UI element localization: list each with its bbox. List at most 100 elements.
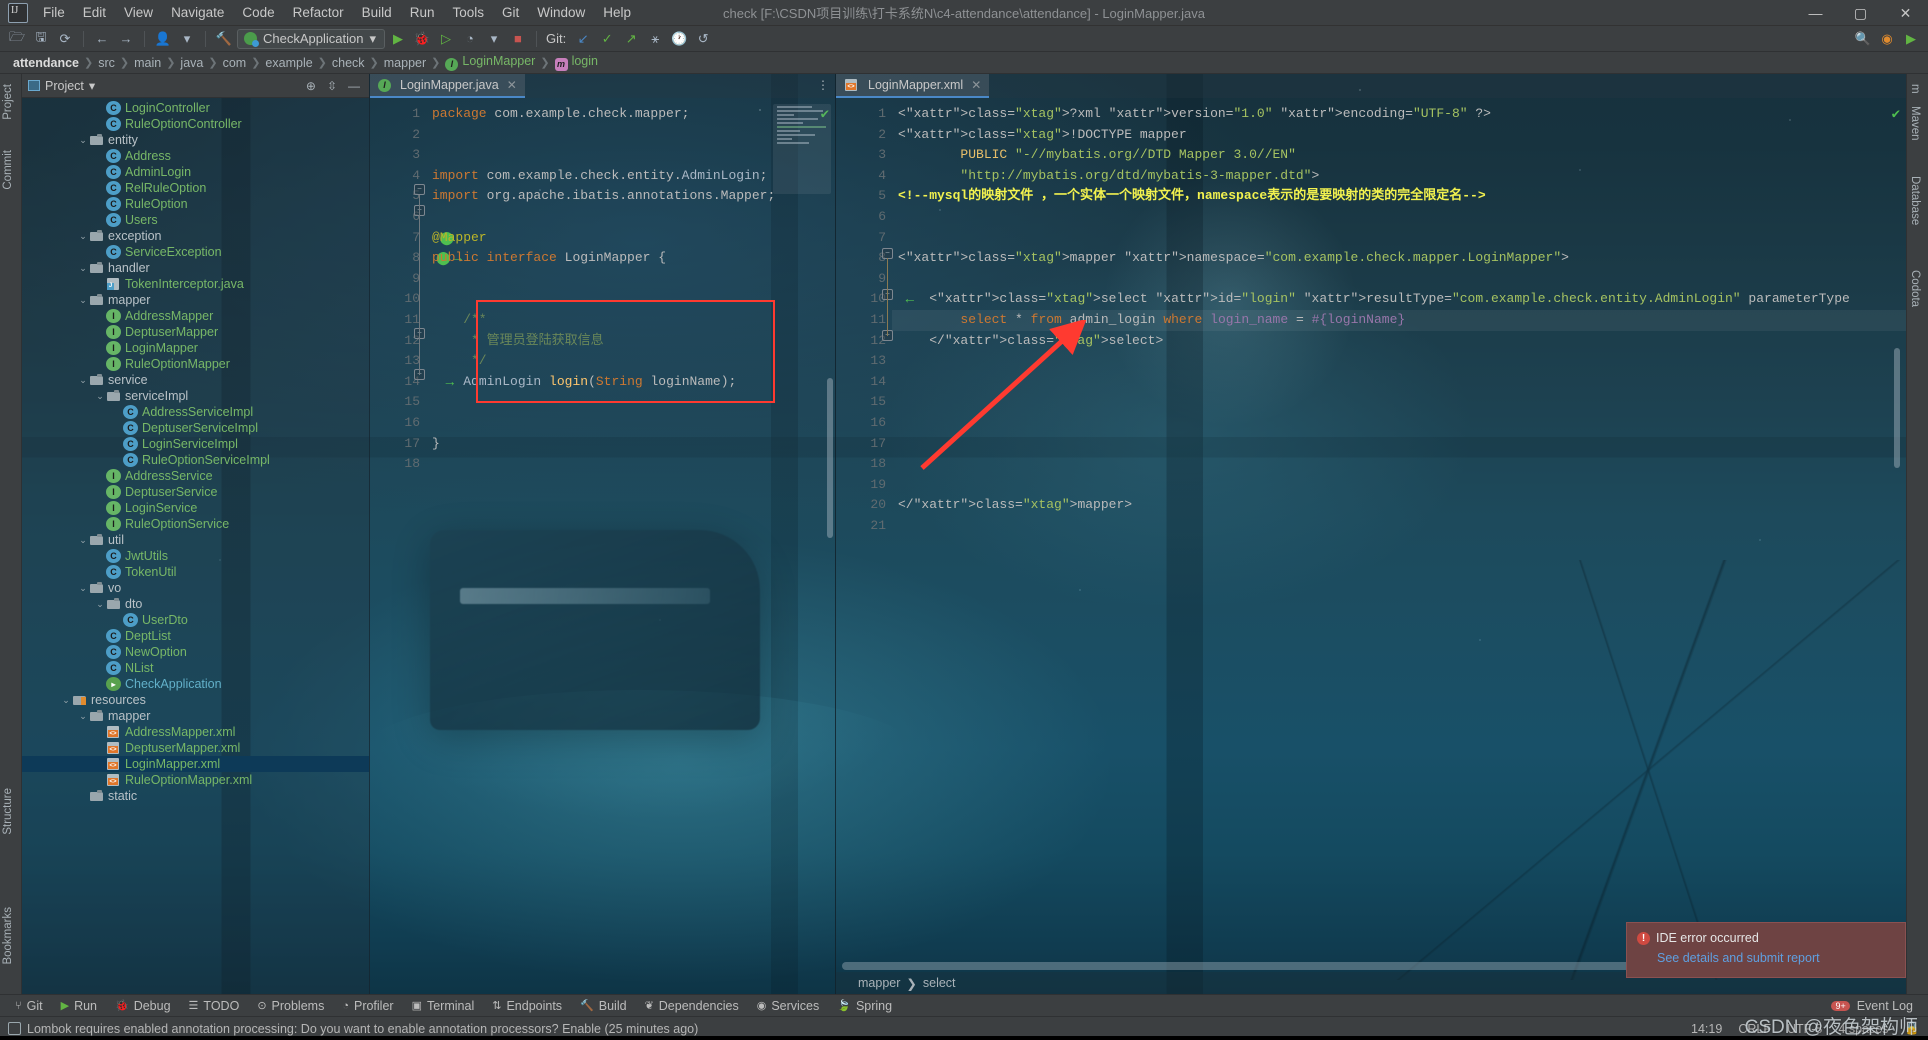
chevron-down-icon[interactable]: ⌄	[77, 263, 89, 274]
user-icon[interactable]: 👤	[152, 29, 174, 49]
vertical-scrollbar-xml[interactable]	[1894, 348, 1900, 468]
code-line[interactable]: AdminLogin login(String loginName);	[426, 372, 835, 393]
plugin-icon[interactable]: ◉	[1876, 29, 1898, 49]
code-line[interactable]	[892, 269, 1906, 290]
menu-item-tools[interactable]: Tools	[443, 2, 493, 23]
code-line[interactable]	[426, 207, 835, 228]
tool-button-build[interactable]: 🔨Build	[571, 999, 636, 1013]
code-minimap-java[interactable]	[773, 104, 831, 194]
code-line[interactable]: * 管理员登陆获取信息	[426, 331, 835, 352]
menu-item-navigate[interactable]: Navigate	[162, 2, 233, 23]
breadcrumb-item-login[interactable]: mlogin	[550, 54, 603, 71]
status-encoding[interactable]: UTF-8	[1787, 1022, 1822, 1036]
breadcrumb-item-example[interactable]: example	[260, 56, 317, 70]
tree-item-users[interactable]: CUsers	[22, 212, 369, 228]
locate-icon[interactable]: ⊕	[303, 79, 319, 93]
chevron-down-icon[interactable]: ⌄	[77, 295, 89, 306]
tree-item-address[interactable]: CAddress	[22, 148, 369, 164]
breadcrumb-item-loginmapper[interactable]: ILoginMapper	[440, 54, 540, 71]
tree-item-mapper[interactable]: ⌄mapper	[22, 292, 369, 308]
menu-item-help[interactable]: Help	[594, 2, 640, 23]
breadcrumb-item-mapper[interactable]: mapper	[858, 976, 900, 990]
fold-icon[interactable]: −	[414, 184, 425, 195]
code-line[interactable]	[426, 392, 835, 413]
chevron-down-icon[interactable]: ⌄	[94, 599, 106, 610]
code-line[interactable]: @Mapper	[426, 228, 835, 249]
tree-item-deptlist[interactable]: CDeptList	[22, 628, 369, 644]
menu-item-build[interactable]: Build	[353, 2, 401, 23]
menu-item-window[interactable]: Window	[528, 2, 594, 23]
menu-item-view[interactable]: View	[115, 2, 162, 23]
code-line[interactable]	[892, 434, 1906, 455]
tool-button-dependencies[interactable]: ❦Dependencies	[636, 999, 748, 1013]
tree-item-ruleoptionserviceimpl[interactable]: CRuleOptionServiceImpl	[22, 452, 369, 468]
tree-item-addressservice[interactable]: IAddressService	[22, 468, 369, 484]
tree-item-tokeninterceptor-java[interactable]: TokenInterceptor.java	[22, 276, 369, 292]
code-line[interactable]: </"xattr">class="xtag">select>	[892, 331, 1906, 352]
build-icon[interactable]: 🔨	[213, 29, 235, 49]
menu-item-file[interactable]: File	[34, 2, 74, 23]
tree-item-service[interactable]: ⌄service	[22, 372, 369, 388]
code-line[interactable]	[426, 269, 835, 290]
tree-item-newoption[interactable]: CNewOption	[22, 644, 369, 660]
debug-icon[interactable]: 🐞	[411, 29, 433, 49]
code-line[interactable]: }	[426, 434, 835, 455]
tab-loginmapper-xml[interactable]: LoginMapper.xml ✕	[836, 74, 989, 98]
tree-item-loginmapper[interactable]: ILoginMapper	[22, 340, 369, 356]
chevron-down-icon[interactable]: ▾	[483, 29, 505, 49]
menu-item-edit[interactable]: Edit	[74, 2, 115, 23]
save-all-icon[interactable]: 🖫	[30, 29, 52, 49]
tree-item-deptuserserviceimpl[interactable]: CDeptuserServiceImpl	[22, 420, 369, 436]
code-line[interactable]: <!--mysql的映射文件 ，一个实体一个映射文件，namespace表示的是…	[892, 186, 1906, 207]
collapse-all-icon[interactable]: ⇳	[324, 79, 340, 93]
tool-button-endpoints[interactable]: ⇅Endpoints	[483, 999, 571, 1013]
close-icon[interactable]: ✕	[971, 78, 981, 92]
chevron-down-icon[interactable]: ⌄	[77, 375, 89, 386]
menu-item-refactor[interactable]: Refactor	[284, 2, 353, 23]
code-text-xml[interactable]: <"xattr">class="xtag">?xml "xattr">versi…	[892, 98, 1906, 972]
tree-item-serviceexception[interactable]: CServiceException	[22, 244, 369, 260]
close-icon[interactable]: ✕	[507, 78, 517, 92]
navigate-back-icon[interactable]: ←	[91, 29, 113, 49]
breadcrumb-item-src[interactable]: src	[93, 56, 120, 70]
menu-item-run[interactable]: Run	[401, 2, 444, 23]
status-message[interactable]: Lombok requires enabled annotation proce…	[27, 1022, 698, 1036]
code-line[interactable]	[892, 454, 1906, 475]
code-line[interactable]: <"xattr">class="xtag">?xml "xattr">versi…	[892, 104, 1906, 125]
code-line[interactable]	[426, 289, 835, 310]
sync-icon[interactable]: ⟳	[54, 29, 76, 49]
tree-item-relruleoption[interactable]: CRelRuleOption	[22, 180, 369, 196]
editor-body-java[interactable]: 1234567⬤8⬤→91011121314→15161718 − − − − …	[370, 98, 835, 994]
minimize-button[interactable]: —	[1793, 0, 1838, 26]
tool-button-profiler[interactable]: ◔Profiler	[333, 999, 402, 1013]
tool-button-commit[interactable]: Commit	[0, 144, 16, 196]
tool-button-git[interactable]: ⑂Git	[6, 999, 52, 1013]
breadcrumb-item-com[interactable]: com	[218, 56, 252, 70]
tree-item-addressserviceimpl[interactable]: CAddressServiceImpl	[22, 404, 369, 420]
code-line[interactable]	[892, 228, 1906, 249]
history-icon[interactable]: 🕐	[668, 29, 690, 49]
run-icon[interactable]: ▶	[1900, 29, 1922, 49]
tree-item-dto[interactable]: ⌄dto	[22, 596, 369, 612]
chevron-down-icon[interactable]: ⌄	[77, 583, 89, 594]
update-project-icon[interactable]: ↙	[572, 29, 594, 49]
breadcrumb-item-main[interactable]: main	[129, 56, 166, 70]
code-line[interactable]	[426, 413, 835, 434]
tool-button-structure[interactable]: Structure	[0, 782, 16, 841]
hide-icon[interactable]: —	[345, 79, 363, 93]
code-line[interactable]: </"xattr">class="xtag">mapper>	[892, 495, 1906, 516]
commit-icon[interactable]: ✓	[596, 29, 618, 49]
code-line[interactable]: <"xattr">class="xtag">select "xattr">id=…	[892, 289, 1906, 310]
editor-body-xml[interactable]: 12345678910←1112131415161718192021 − − −…	[836, 98, 1906, 972]
tree-item-exception[interactable]: ⌄exception	[22, 228, 369, 244]
code-line[interactable]	[892, 516, 1906, 537]
tree-item-ruleoptionmapper-xml[interactable]: RuleOptionMapper.xml	[22, 772, 369, 788]
tree-item-checkapplication[interactable]: CheckApplication	[22, 676, 369, 692]
code-line[interactable]	[892, 392, 1906, 413]
tree-item-loginservice[interactable]: ILoginService	[22, 500, 369, 516]
tree-item-deptuserservice[interactable]: IDeptuserService	[22, 484, 369, 500]
navigate-forward-icon[interactable]: →	[115, 29, 137, 49]
run-configuration-selector[interactable]: CheckApplication ▾	[237, 29, 385, 49]
code-text-java[interactable]: package com.example.check.mapper; import…	[426, 98, 835, 994]
tree-item-loginserviceimpl[interactable]: CLoginServiceImpl	[22, 436, 369, 452]
